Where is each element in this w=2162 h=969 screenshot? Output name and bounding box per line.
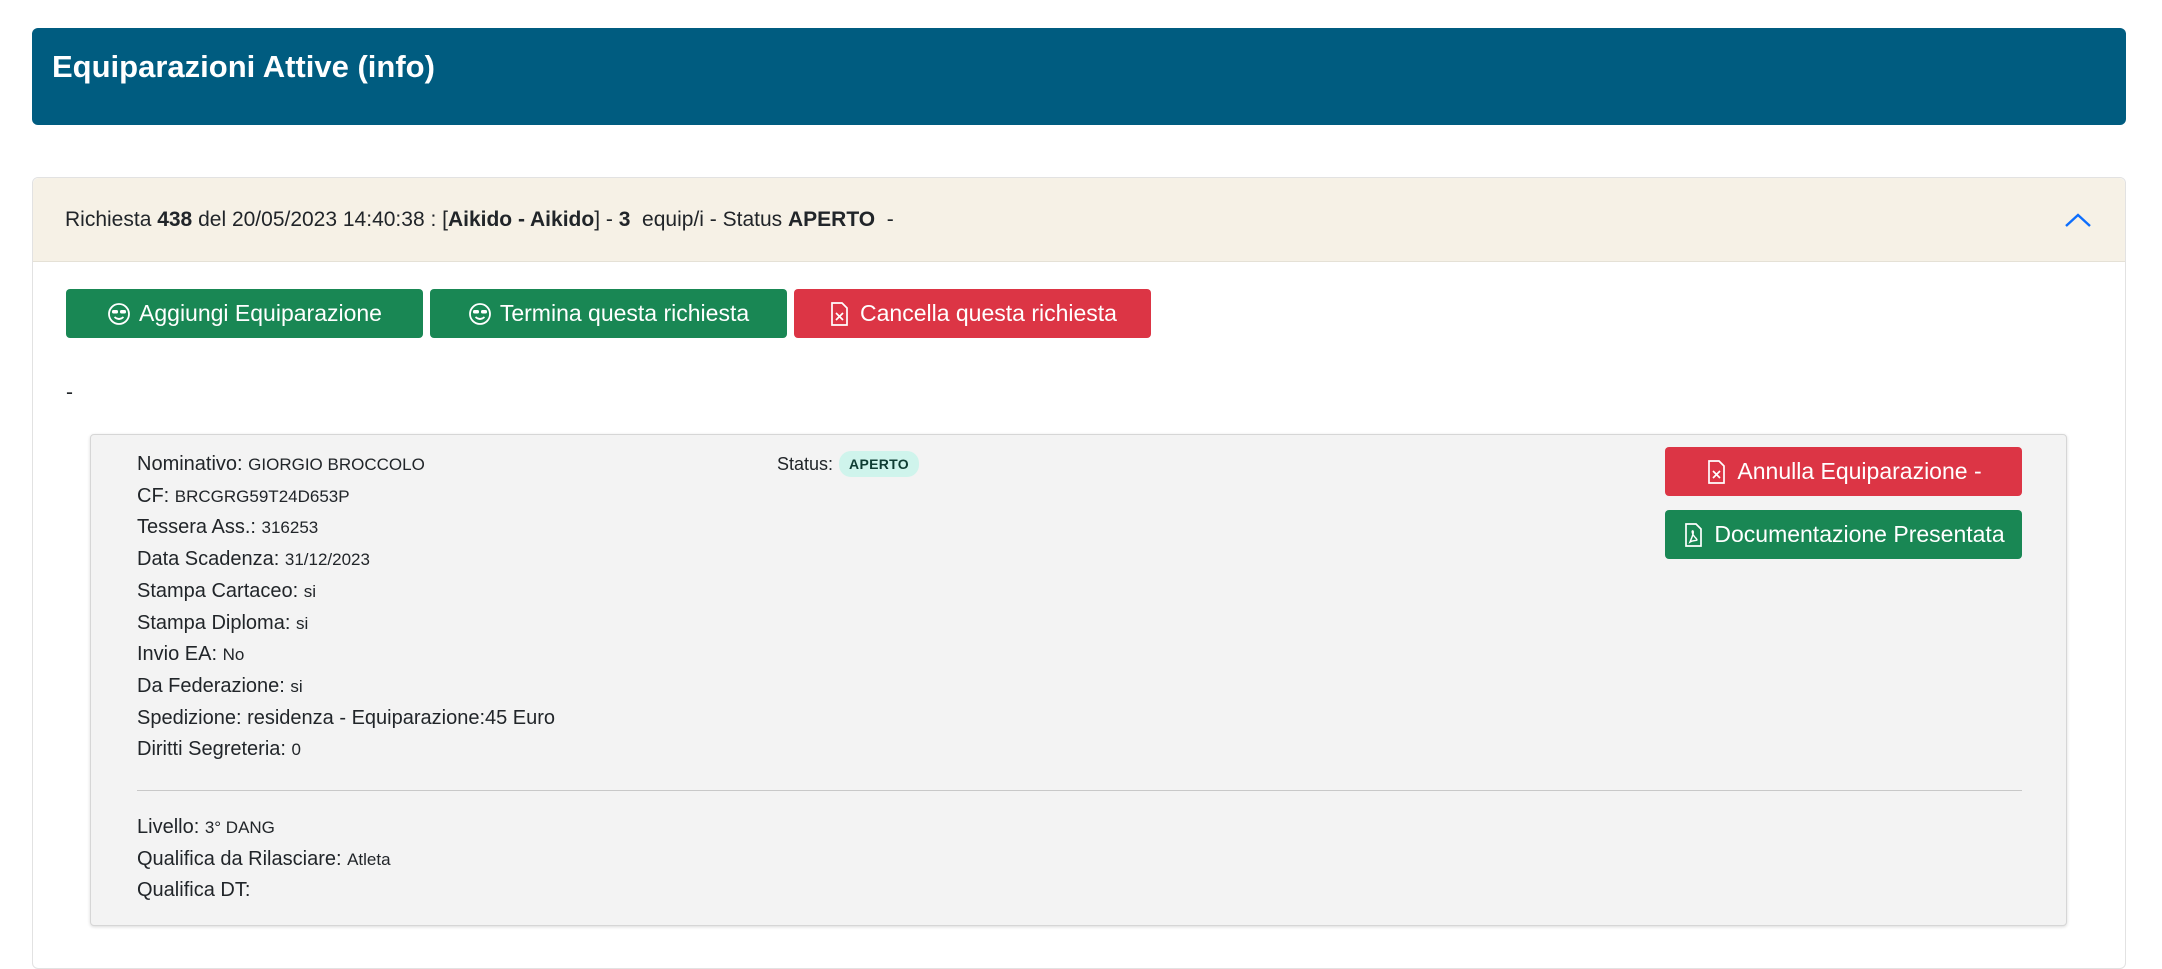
field-stampa-diploma: Stampa Diploma: si	[137, 608, 555, 640]
field-value: si	[295, 613, 309, 633]
request-discipline: Aikido - Aikido	[447, 207, 595, 231]
documentazione-presentata-button[interactable]: Documentazione Presentata	[1665, 510, 2022, 559]
request-date: del 20/05/2023 14:40:38 : [	[192, 207, 448, 231]
request-actions: Aggiungi Equiparazione Termina questa ri…	[66, 289, 1151, 338]
accordion-header[interactable]: Richiesta 438 del 20/05/2023 14:40:38 : …	[33, 178, 2125, 262]
request-status: APERTO	[787, 207, 876, 231]
cancel-request-label: Cancella questa richiesta	[860, 300, 1117, 326]
status-badge: APERTO	[839, 451, 919, 477]
field-qualifica-rilasciare: Qualifica da Rilasciare: Atleta	[137, 844, 391, 876]
smiley-sunglasses-icon	[107, 302, 131, 326]
add-equiparazione-button[interactable]: Aggiungi Equiparazione	[66, 289, 423, 338]
field-cf: CF: BRCGRG59T24D653P	[137, 481, 555, 513]
field-label: Da Federazione:	[137, 674, 291, 697]
field-value: 0	[291, 740, 301, 760]
field-label: Tessera Ass.:	[137, 516, 262, 539]
request-count-suffix: equip/i - Status	[630, 207, 788, 231]
page-title: Equiparazioni Attive (info)	[52, 49, 435, 84]
add-equiparazione-label: Aggiungi Equiparazione	[139, 300, 382, 326]
field-value: si	[290, 676, 303, 696]
field-livello: Livello: 3° DANG	[137, 812, 391, 844]
field-label: Stampa Cartaceo:	[137, 579, 304, 602]
chevron-up-icon[interactable]	[2063, 205, 2093, 235]
card-actions: Annulla Equiparazione - Documentazione P…	[1665, 447, 2022, 559]
card-divider	[137, 790, 2022, 791]
field-spedizione: Spedizione: residenza - Equiparazione:45…	[137, 706, 556, 729]
field-label: Diritti Segreteria:	[137, 738, 292, 761]
file-pdf-icon	[1682, 522, 1706, 547]
documentazione-presentata-label: Documentazione Presentata	[1714, 521, 2005, 547]
field-label: Qualifica DT:	[137, 879, 251, 902]
file-x-icon	[1705, 459, 1729, 484]
field-qualifica-dt: Qualifica DT:	[137, 875, 391, 907]
request-sep: ] -	[594, 207, 619, 231]
field-da-federazione: Da Federazione: si	[137, 671, 555, 703]
field-tessera: Tessera Ass.: 316253	[137, 512, 555, 544]
request-accordion: Richiesta 438 del 20/05/2023 14:40:38 : …	[32, 177, 2126, 969]
field-label: CF:	[137, 484, 175, 507]
field-label: Qualifica da Rilasciare:	[137, 847, 348, 870]
status-label: Status:	[777, 453, 834, 474]
field-value: 3° DANG	[204, 818, 275, 837]
request-summary: Richiesta 438 del 20/05/2023 14:40:38 : …	[65, 208, 894, 232]
annulla-equiparazione-button[interactable]: Annulla Equiparazione -	[1665, 447, 2022, 496]
field-diritti-segreteria: Diritti Segreteria: 0	[137, 734, 555, 766]
field-value: BRCGRG59T24D653P	[174, 486, 350, 506]
field-value: 316253	[261, 518, 319, 538]
request-note: -	[66, 381, 73, 404]
request-prefix: Richiesta	[65, 207, 158, 231]
person-details: Nominativo: GIORGIO BROCCOLO CF: BRCGRG5…	[137, 449, 555, 766]
field-value: GIORGIO BROCCOLO	[248, 455, 425, 474]
card-status: Status: APERTO	[777, 451, 919, 477]
smiley-sunglasses-icon	[468, 302, 492, 326]
field-label: Nominativo:	[137, 453, 249, 475]
equiparazione-card: Nominativo: GIORGIO BROCCOLO CF: BRCGRG5…	[90, 434, 2067, 926]
field-label: Data Scadenza:	[137, 548, 285, 571]
field-data-scadenza: Data Scadenza: 31/12/2023	[137, 544, 555, 576]
request-trailing: -	[875, 207, 894, 231]
field-invio-ea: Invio EA: No	[137, 639, 555, 671]
level-details: Livello: 3° DANG Qualifica da Rilasciare…	[137, 812, 391, 907]
page-header: Equiparazioni Attive (info)	[32, 28, 2126, 125]
field-value: No	[222, 645, 245, 665]
end-request-label: Termina questa richiesta	[499, 300, 750, 326]
field-stampa-cartaceo: Stampa Cartaceo: si	[137, 576, 555, 608]
request-number: 438	[157, 207, 193, 231]
field-value: 31/12/2023	[284, 550, 370, 570]
cancel-request-button[interactable]: Cancella questa richiesta	[794, 289, 1151, 338]
annulla-equiparazione-label: Annulla Equiparazione -	[1737, 458, 1982, 484]
field-label: Stampa Diploma:	[137, 611, 296, 634]
field-nominativo: Nominativo: GIORGIO BROCCOLO	[137, 449, 555, 481]
request-count: 3	[618, 207, 631, 231]
field-label: Invio EA:	[137, 643, 223, 666]
end-request-button[interactable]: Termina questa richiesta	[430, 289, 787, 338]
field-label: Livello:	[137, 816, 205, 838]
field-value: Atleta	[347, 849, 391, 869]
file-x-icon	[828, 301, 852, 326]
field-value: si	[303, 581, 317, 601]
